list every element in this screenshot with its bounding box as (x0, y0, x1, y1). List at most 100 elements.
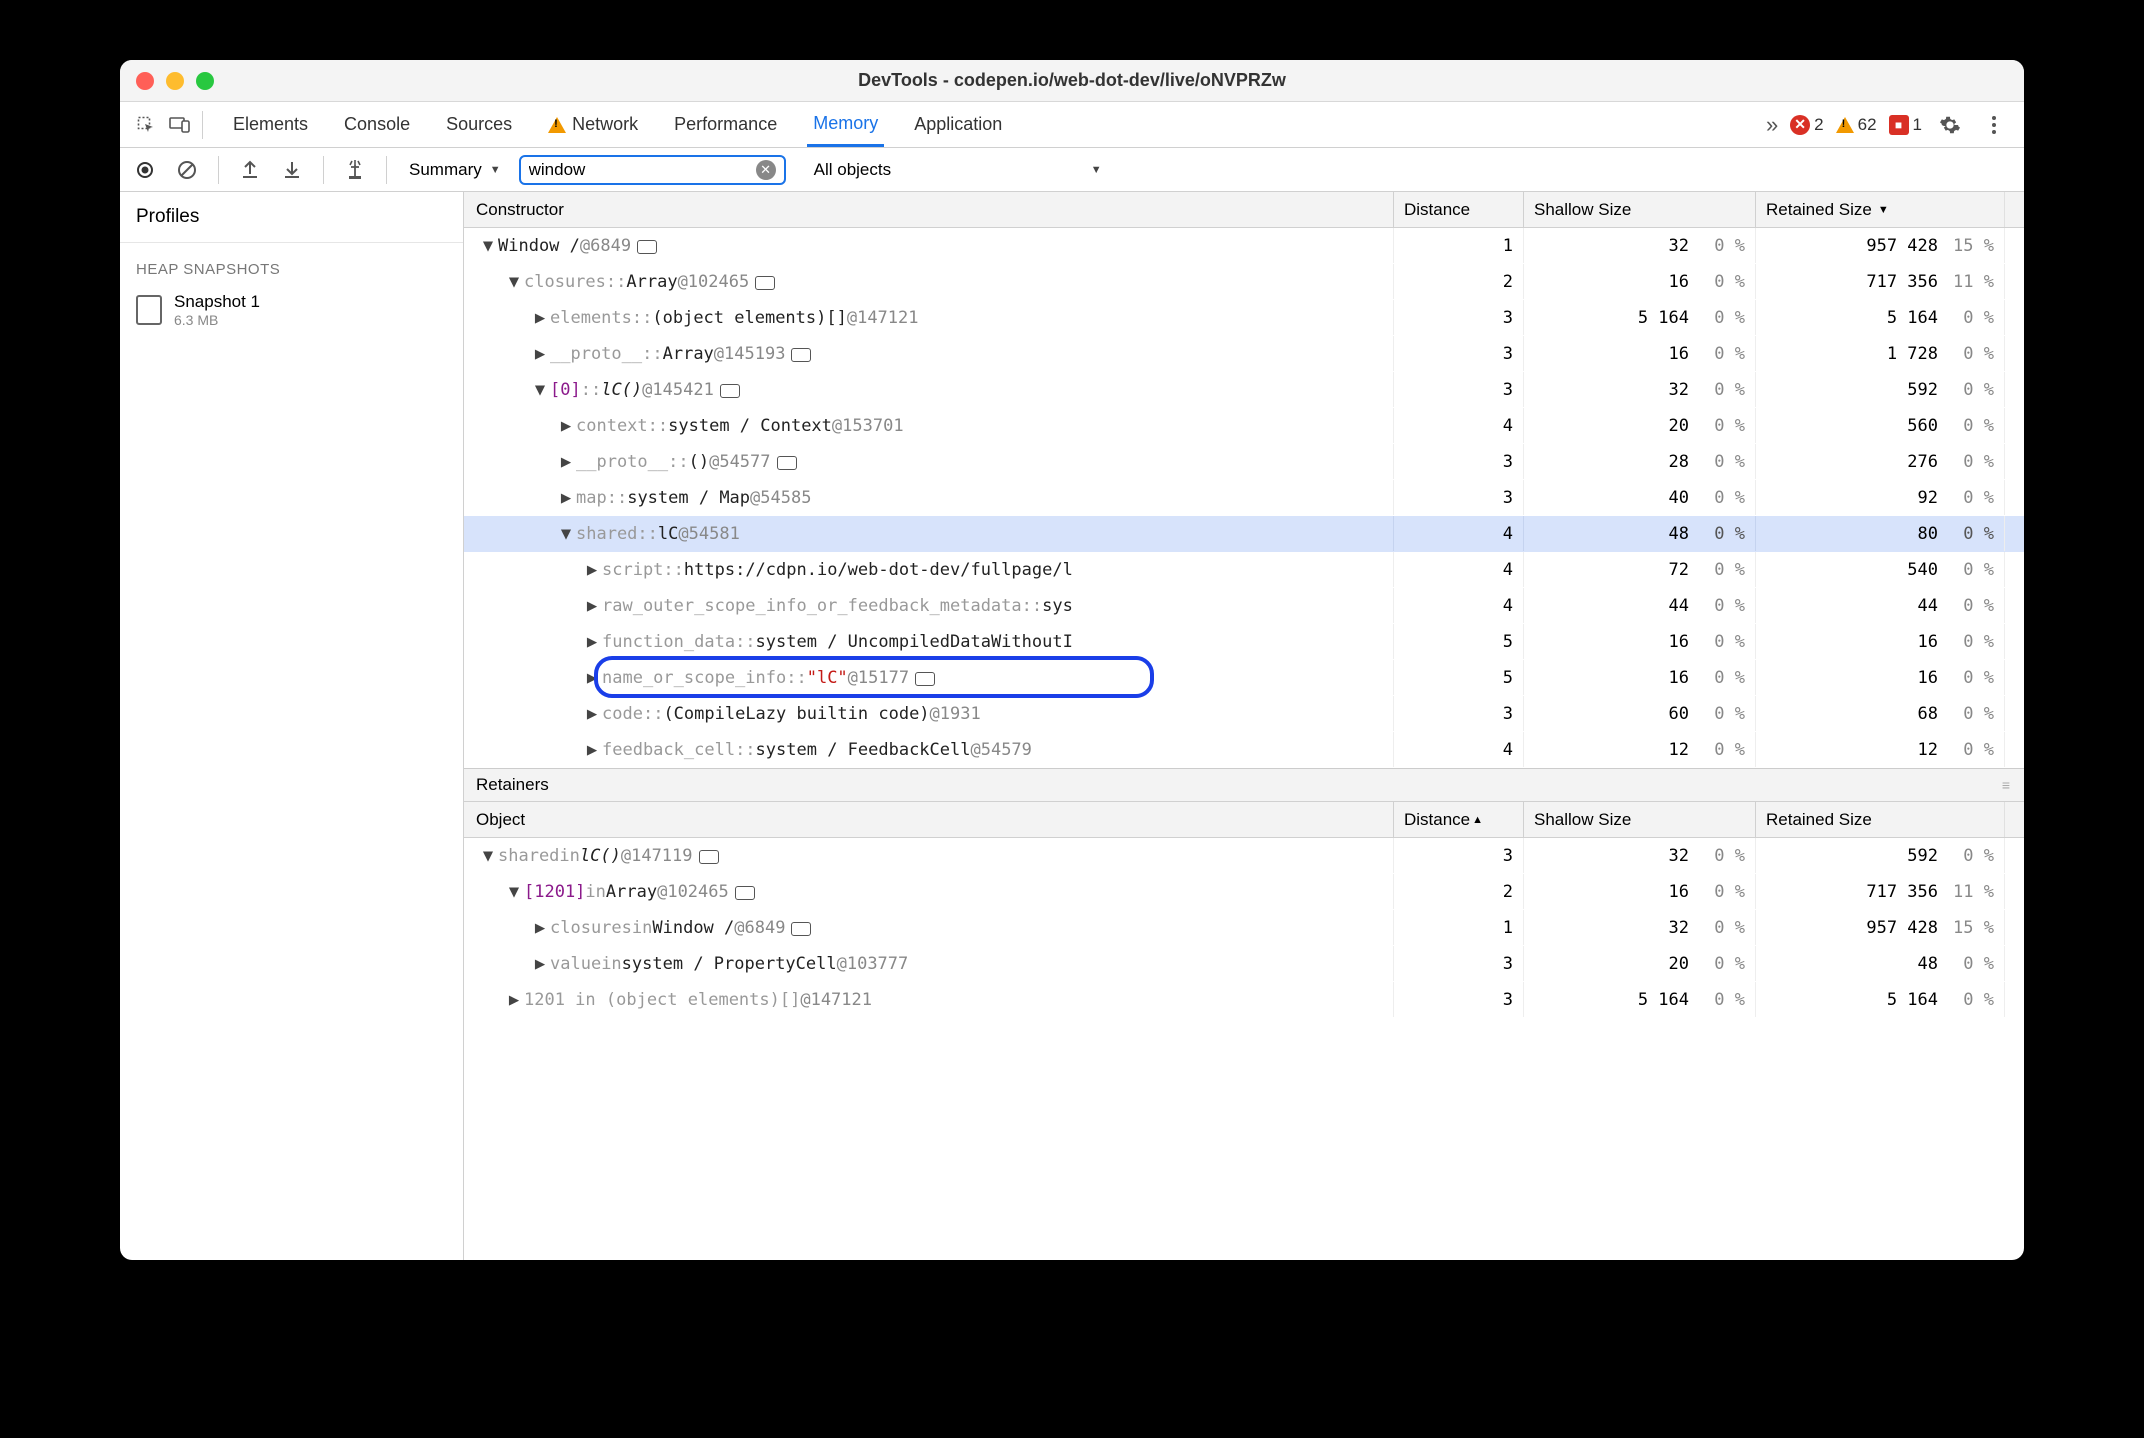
disclosure-icon[interactable]: ▶ (586, 704, 598, 724)
heap-row[interactable]: ▼closures :: Array @1024652160 %717 3561… (464, 264, 2024, 300)
disclosure-icon[interactable]: ▶ (534, 954, 546, 974)
heap-row[interactable]: ▶name_or_scope_info :: "lC" @151775160 %… (464, 660, 2024, 696)
disclosure-icon[interactable]: ▶ (586, 596, 598, 616)
objects-scope-dropdown[interactable]: All objects ▼ (808, 156, 1108, 184)
tab-elements[interactable]: Elements (227, 104, 314, 145)
close-window-button[interactable] (136, 72, 154, 90)
profiles-section-label: HEAP SNAPSHOTS (120, 243, 463, 284)
disclosure-icon[interactable]: ▶ (586, 740, 598, 760)
heap-row[interactable]: ▶raw_outer_scope_info_or_feedback_metada… (464, 588, 2024, 624)
retainer-row[interactable]: ▶value in system / PropertyCell @1037773… (464, 946, 2024, 982)
class-filter-field[interactable] (529, 160, 750, 180)
tab-console[interactable]: Console (338, 104, 416, 145)
heap-row[interactable]: ▶__proto__ :: () @545773280 %2760 % (464, 444, 2024, 480)
disclosure-icon[interactable]: ▶ (560, 488, 572, 508)
heap-row[interactable]: ▼shared :: lC @545814480 %800 % (464, 516, 2024, 552)
heap-row[interactable]: ▶map :: system / Map @545853400 %920 % (464, 480, 2024, 516)
disclosure-icon[interactable]: ▼ (508, 882, 520, 902)
reveal-icon[interactable] (777, 456, 797, 470)
error-count-label: 2 (1814, 115, 1823, 135)
resize-grip-icon[interactable]: ≡ (2002, 777, 2012, 793)
disclosure-icon[interactable]: ▼ (560, 524, 572, 544)
tab-memory[interactable]: Memory (807, 103, 884, 147)
reveal-icon[interactable] (755, 276, 775, 290)
disclosure-icon[interactable]: ▶ (534, 308, 546, 328)
col-distance[interactable]: Distance▲ (1394, 802, 1524, 837)
disclosure-icon[interactable]: ▶ (560, 452, 572, 472)
retainer-row[interactable]: ▶closures in Window / @68491320 %957 428… (464, 910, 2024, 946)
heap-row[interactable]: ▶elements :: (object elements)[] @147121… (464, 300, 2024, 336)
col-object[interactable]: Object (464, 802, 1394, 837)
warning-icon (548, 117, 566, 133)
profiles-pane: Profiles HEAP SNAPSHOTS Snapshot 16.3 MB (120, 192, 464, 1260)
reveal-icon[interactable] (699, 850, 719, 864)
tab-sources[interactable]: Sources (440, 104, 518, 145)
class-filter-input[interactable]: ✕ (519, 155, 786, 185)
sort-desc-icon: ▼ (1878, 204, 1889, 216)
reveal-icon[interactable] (915, 672, 935, 686)
heap-row[interactable]: ▼Window / @68491320 %957 42815 % (464, 228, 2024, 264)
col-constructor[interactable]: Constructor (464, 192, 1394, 227)
reveal-icon[interactable] (735, 886, 755, 900)
col-retained-label: Retained Size (1766, 200, 1872, 220)
heap-row[interactable]: ▶feedback_cell :: system / FeedbackCell … (464, 732, 2024, 768)
zoom-window-button[interactable] (196, 72, 214, 90)
heap-row[interactable]: ▶script :: https://cdpn.io/web-dot-dev/f… (464, 552, 2024, 588)
col-shallow[interactable]: Shallow Size (1524, 192, 1756, 227)
disclosure-icon[interactable]: ▶ (508, 990, 520, 1010)
inspect-icon[interactable] (130, 109, 162, 141)
warning-count[interactable]: 62 (1836, 115, 1877, 135)
disclosure-icon[interactable]: ▼ (482, 846, 494, 866)
reveal-icon[interactable] (791, 922, 811, 936)
profiles-header: Profiles (120, 192, 463, 243)
disclosure-icon[interactable]: ▶ (534, 918, 546, 938)
issues-count[interactable]: ■ 1 (1889, 115, 1922, 135)
heap-row[interactable]: ▶code :: (CompileLazy builtin code) @193… (464, 696, 2024, 732)
disclosure-icon[interactable]: ▼ (508, 272, 520, 292)
warning-count-label: 62 (1858, 115, 1877, 135)
collect-garbage-icon[interactable] (340, 155, 370, 185)
retainer-row[interactable]: ▼shared in lC() @1471193320 %5920 % (464, 838, 2024, 874)
heap-row[interactable]: ▶__proto__ :: Array @1451933160 %1 7280 … (464, 336, 2024, 372)
reveal-icon[interactable] (720, 384, 740, 398)
heap-row[interactable]: ▶context :: system / Context @1537014200… (464, 408, 2024, 444)
device-toolbar-icon[interactable] (164, 109, 196, 141)
disclosure-icon[interactable]: ▶ (586, 668, 598, 688)
view-dropdown[interactable]: Summary ▼ (403, 156, 507, 184)
save-profile-icon[interactable] (277, 155, 307, 185)
heap-row[interactable]: ▼[0] :: lC() @1454213320 %5920 % (464, 372, 2024, 408)
disclosure-icon[interactable]: ▶ (586, 632, 598, 652)
settings-icon[interactable] (1934, 109, 1966, 141)
col-distance[interactable]: Distance (1394, 192, 1524, 227)
load-profile-icon[interactable] (235, 155, 265, 185)
clear-filter-icon[interactable]: ✕ (756, 160, 776, 180)
disclosure-icon[interactable]: ▶ (560, 416, 572, 436)
tab-network[interactable]: Network (542, 104, 644, 145)
sort-asc-icon: ▲ (1472, 814, 1483, 826)
snapshot-item[interactable]: Snapshot 16.3 MB (120, 284, 463, 336)
reveal-icon[interactable] (637, 240, 657, 254)
disclosure-icon[interactable]: ▼ (482, 236, 494, 256)
chevron-down-icon: ▼ (1091, 164, 1102, 176)
more-tabs-button[interactable]: » (1756, 109, 1788, 141)
error-count[interactable]: ✕ 2 (1790, 115, 1823, 135)
reveal-icon[interactable] (791, 348, 811, 362)
disclosure-icon[interactable]: ▼ (534, 380, 546, 400)
tab-application[interactable]: Application (908, 104, 1008, 145)
disclosure-icon[interactable]: ▶ (534, 344, 546, 364)
col-retained[interactable]: Retained Size (1756, 802, 2004, 837)
kebab-menu-icon[interactable] (1978, 109, 2010, 141)
retainer-row[interactable]: ▶1201 in (object elements)[] @14712135 1… (464, 982, 2024, 1018)
heap-row[interactable]: ▶function_data :: system / UncompiledDat… (464, 624, 2024, 660)
retainers-header[interactable]: Retainers ≡ (464, 768, 2024, 802)
minimize-window-button[interactable] (166, 72, 184, 90)
col-retained[interactable]: Retained Size ▼ (1756, 192, 2004, 227)
clear-icon[interactable] (172, 155, 202, 185)
tab-performance[interactable]: Performance (668, 104, 783, 145)
view-dropdown-label: Summary (409, 160, 482, 180)
col-shallow[interactable]: Shallow Size (1524, 802, 1756, 837)
disclosure-icon[interactable]: ▶ (586, 560, 598, 580)
retainer-row[interactable]: ▼[1201] in Array @1024652160 %717 35611 … (464, 874, 2024, 910)
record-icon[interactable] (130, 155, 160, 185)
objects-scope-label: All objects (814, 160, 891, 180)
